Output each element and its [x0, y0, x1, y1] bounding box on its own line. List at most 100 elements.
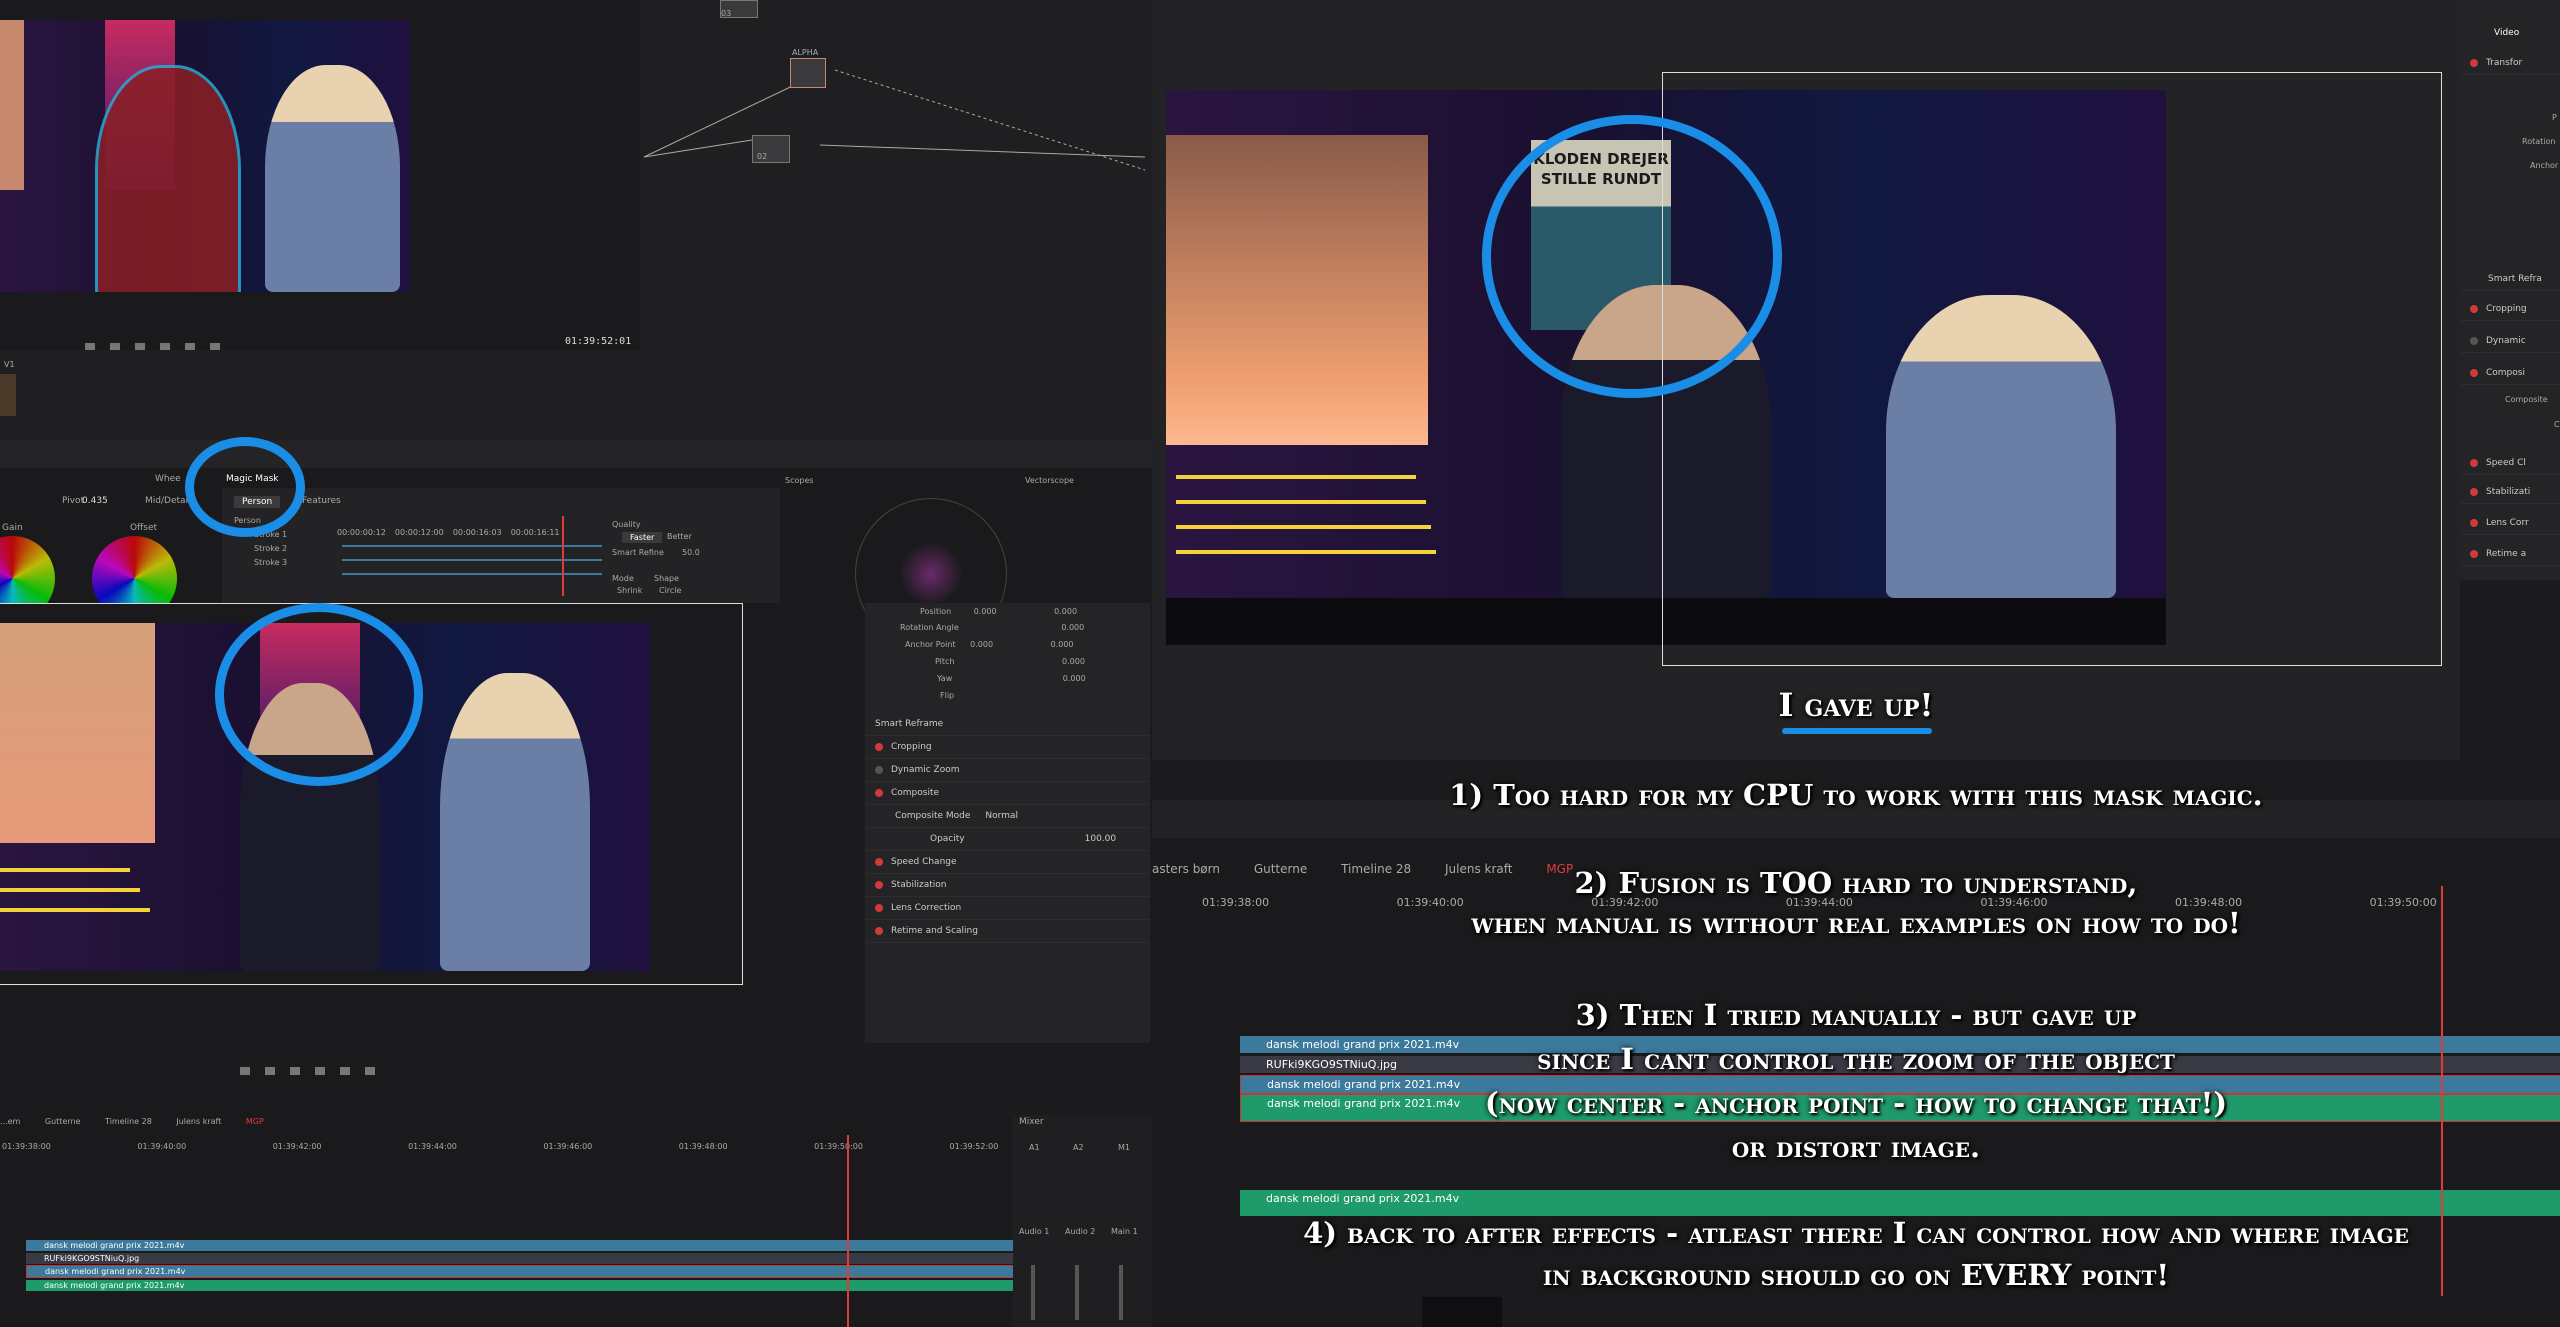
color-toolbar: Whee — [0, 440, 1152, 484]
timeline-clip[interactable]: dansk melodi grand prix 2021.m4v — [26, 1265, 1020, 1278]
enable-dot[interactable] — [2470, 458, 2478, 467]
right-insp-stabilization[interactable]: Stabilizati — [2460, 481, 2560, 504]
stripe-right-4 — [1176, 550, 1436, 554]
right-insp-composite[interactable]: Composi — [2460, 362, 2560, 385]
timeline-tab[interactable]: Julens kraft — [176, 1117, 221, 1126]
cropping-row[interactable]: Cropping — [865, 736, 1150, 759]
timeline-tab[interactable]: Timeline 28 — [105, 1117, 152, 1126]
dynamic-zoom-row[interactable]: Dynamic Zoom — [865, 759, 1150, 782]
skip-start-icon[interactable] — [240, 1067, 250, 1075]
pitch-field[interactable]: 0.000 — [1062, 657, 1085, 666]
node-connections — [643, 69, 1146, 171]
play-icon[interactable] — [315, 1067, 326, 1075]
tab-video[interactable]: Video — [2494, 28, 2519, 38]
yaw-row: Yaw 0.000 — [937, 674, 1086, 683]
timeline-tab-active[interactable]: MGP — [246, 1117, 264, 1126]
opacity-field[interactable]: 100.00 — [1085, 834, 1117, 844]
vectorscope-label[interactable]: Vectorscope — [1025, 476, 1074, 485]
right-inspector: Video Transfor P Rotation Anchor Smart R… — [2460, 0, 2560, 580]
timeline-clip[interactable]: RUFki9KGO9STNiuQ.jpg — [26, 1253, 1018, 1264]
enable-dot[interactable] — [875, 926, 883, 935]
fader-m1[interactable] — [1119, 1265, 1123, 1320]
right-insp-transform[interactable]: Transfor — [2460, 52, 2560, 75]
composite-mode-select[interactable]: Normal — [985, 811, 1018, 821]
page-tab-edit-active[interactable] — [1422, 1297, 1502, 1327]
pivot-value[interactable]: 0.435 — [82, 496, 108, 506]
position-x-field[interactable]: 0.000 — [974, 607, 997, 616]
timeline-clip[interactable]: dansk melodi grand prix 2021.m4v — [26, 1280, 1018, 1291]
boys-poster-right — [1166, 135, 1428, 445]
stabilization-row[interactable]: Stabilization — [865, 874, 1150, 897]
enable-dot[interactable] — [2470, 487, 2478, 496]
anchor-y-field[interactable]: 0.000 — [1051, 640, 1074, 649]
enable-dot[interactable] — [2470, 518, 2478, 527]
track-stroke-3[interactable]: Stroke 3 — [234, 558, 287, 572]
overlay-line-6: (now center - anchor point - how to chan… — [1484, 1086, 2228, 1120]
stripe-right-1 — [1176, 475, 1416, 479]
yaw-field[interactable]: 0.000 — [1063, 674, 1086, 683]
zoom-highlight-circle-left — [215, 603, 423, 786]
enable-dot[interactable] — [875, 857, 883, 866]
track-stroke-2[interactable]: Stroke 2 — [234, 544, 287, 558]
left-inspector-sections: Smart Reframe Cropping Dynamic Zoom Comp… — [865, 713, 1150, 943]
smart-refine-label: Smart Refine — [612, 548, 664, 557]
retime-scaling-row[interactable]: Retime and Scaling — [865, 920, 1150, 943]
position-y-field[interactable]: 0.000 — [1054, 607, 1077, 616]
left-main-viewer — [0, 603, 860, 1075]
enable-dot[interactable] — [2470, 368, 2478, 377]
right-insp-cropping[interactable]: Cropping — [2460, 298, 2560, 321]
shape-select[interactable]: Circle — [659, 586, 681, 595]
anchor-x-field[interactable]: 0.000 — [970, 640, 993, 649]
mode-select[interactable]: Shrink — [617, 586, 642, 595]
fader-a1[interactable] — [1031, 1265, 1035, 1320]
right-insp-retime[interactable]: Retime a — [2460, 543, 2560, 566]
skip-end-icon[interactable] — [340, 1067, 351, 1075]
quality-better-button[interactable]: Better — [667, 532, 692, 541]
enable-dot[interactable] — [875, 765, 883, 774]
step-back-icon[interactable] — [265, 1067, 276, 1075]
enable-dot[interactable] — [2470, 304, 2478, 313]
mask-ruler: 00:00:00:12 00:00:12:00 00:00:16:03 00:0… — [337, 528, 560, 537]
timeline-tab[interactable]: Gutterne — [45, 1117, 81, 1126]
speed-change-row[interactable]: Speed Change — [865, 851, 1150, 874]
stop-icon[interactable] — [290, 1067, 301, 1075]
left-playhead[interactable] — [847, 1135, 849, 1327]
pivot-label: Pivot — [62, 496, 85, 506]
page-nav-bar — [1152, 1297, 2560, 1327]
left-inspector: Position 0.000 0.000 Rotation Angle 0.00… — [865, 603, 1150, 1043]
viewer-frame-magic-mask — [0, 20, 410, 292]
enable-dot[interactable] — [2470, 336, 2478, 345]
right-insp-dynamic[interactable]: Dynamic — [2460, 330, 2560, 353]
smart-reframe-row[interactable]: Smart Reframe — [865, 713, 1150, 736]
mask-playhead[interactable] — [562, 516, 564, 596]
enable-dot[interactable] — [2470, 58, 2478, 67]
tab-wheels-label[interactable]: Whee — [155, 474, 181, 484]
transform-box-right[interactable] — [1662, 72, 2442, 666]
loop-icon[interactable] — [365, 1067, 376, 1075]
magic-mask-highlight-circle — [185, 437, 305, 537]
right-insp-lens[interactable]: Lens Corr — [2460, 512, 2560, 535]
node-02[interactable]: 02 — [752, 135, 790, 163]
fader-a2[interactable] — [1075, 1265, 1079, 1320]
smart-refine-value[interactable]: 50.0 — [682, 548, 700, 557]
node-alpha[interactable] — [790, 58, 826, 88]
timeline-clip[interactable]: dansk melodi grand prix 2021.m4v — [26, 1240, 1018, 1251]
scopes-label: Scopes — [785, 476, 814, 485]
right-insp-speed[interactable]: Speed Cl — [2460, 452, 2560, 475]
lens-correction-row[interactable]: Lens Correction — [865, 897, 1150, 920]
enable-dot[interactable] — [2470, 549, 2478, 558]
rotation-field[interactable]: 0.000 — [1061, 623, 1084, 632]
timeline-tab[interactable]: ...em — [0, 1117, 20, 1126]
enable-dot[interactable] — [875, 880, 883, 889]
right-insp-smart-reframe[interactable]: Smart Refra — [2460, 268, 2560, 291]
right-viewer-area: KLODEN DREJER STILLE RUNDT — [1152, 0, 2460, 760]
node-03[interactable]: 03 — [720, 0, 758, 18]
right-insp-anchor: Anchor — [2530, 161, 2559, 170]
enable-dot[interactable] — [875, 903, 883, 912]
features-button[interactable]: Features — [302, 496, 341, 506]
composite-row[interactable]: Composite — [865, 782, 1150, 805]
quality-faster-button[interactable]: Faster — [622, 532, 663, 543]
enable-dot[interactable] — [875, 788, 883, 797]
enable-dot[interactable] — [875, 742, 883, 751]
clip-thumbnail[interactable] — [0, 374, 16, 416]
